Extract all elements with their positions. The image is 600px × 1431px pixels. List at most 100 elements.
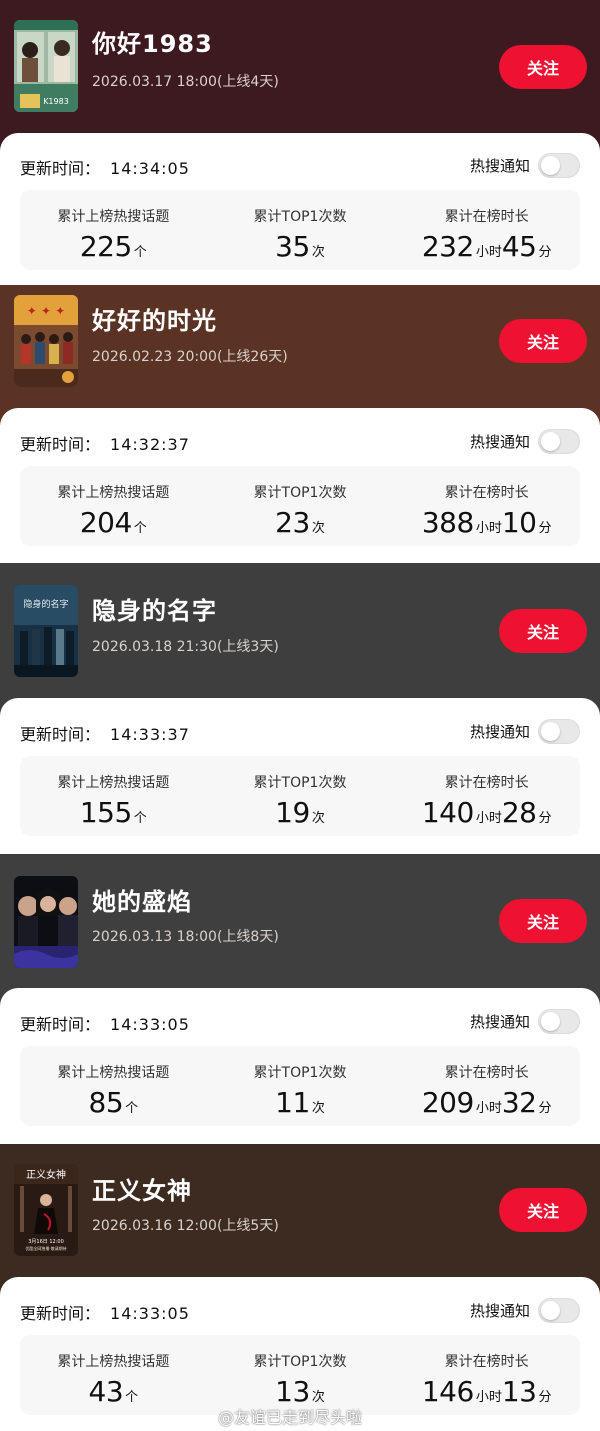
show-header-3: 隐身的名字 隐身的名字 2026.03.18 21:30(上线3天) 关注: [0, 563, 600, 715]
stat-duration-4: 累计在榜时长 209 小时32 分: [393, 1046, 580, 1126]
follow-button-2[interactable]: 关注: [499, 319, 587, 363]
poster-5-sub-text: 优酷全网独播 敬请期待: [25, 1245, 66, 1251]
stat-topics-3: 累计上榜热搜话题 155 个: [20, 756, 207, 836]
stat-top1-5: 累计TOP1次数 13 次: [207, 1335, 394, 1415]
hot-notify-toggle-2[interactable]: [538, 429, 580, 454]
stat-label-topics: 累计上榜热搜话题: [57, 1354, 170, 1370]
show-section-5: 正义女神 3月16日 12:00 优酷全网独播 敬请期待 正义女神 2026.0…: [0, 1144, 600, 1431]
show-title-5: 正义女神: [92, 1177, 192, 1205]
toggle-knob: [541, 431, 560, 451]
show-header-4: 她的盛焰 2026.03.13 18:00(上线8天) 关注: [0, 854, 600, 1006]
watermark-text: @友谊已走到尽头啦: [218, 1408, 363, 1427]
hot-notify-label: 热搜通知: [469, 1302, 530, 1320]
stat-label-duration: 累计在榜时长: [444, 485, 529, 501]
svg-text:隐身的名字: 隐身的名字: [23, 598, 68, 610]
stat-label-topics: 累计上榜热搜话题: [57, 209, 170, 225]
show-date-1: 2026.03.17 18:00(上线4天): [92, 74, 279, 90]
toggle-knob: [541, 1011, 560, 1031]
hot-notify-3: 热搜通知: [470, 719, 580, 744]
svg-text:✦ ✦ ✦: ✦ ✦ ✦: [27, 304, 66, 318]
update-time-label: 更新时间：: [20, 1015, 101, 1034]
show-title-3: 隐身的名字: [92, 597, 217, 625]
hot-notify-toggle-1[interactable]: [538, 153, 580, 178]
stat-label-topics: 累计上榜热搜话题: [57, 775, 170, 791]
update-time-label: 更新时间：: [20, 159, 101, 178]
stat-value-topics-4: 85 个: [88, 1086, 139, 1119]
stat-label-duration: 累计在榜时长: [444, 1065, 529, 1081]
stat-duration-3: 累计在榜时长 140 小时28 分: [393, 756, 580, 836]
stats-panel-3: 累计上榜热搜话题 155 个 累计TOP1次数 19 次 累计在榜时长 140 小时2…: [20, 756, 580, 836]
show-section-4: 她的盛焰 2026.03.13 18:00(上线8天) 关注 更新时间： 14:3…: [0, 854, 600, 1144]
stats-card-4: 更新时间： 14:33:05 热搜通知 累计上榜热搜话题 85 个 累计TOP1次数…: [0, 988, 600, 1144]
hot-notify-toggle-5[interactable]: [538, 1298, 580, 1323]
hot-notify-label: 热搜通知: [469, 723, 530, 741]
hot-notify-toggle-3[interactable]: [538, 719, 580, 744]
stat-value-duration-1: 232 小时45 分: [421, 230, 552, 263]
stat-value-duration-4: 209 小时32 分: [421, 1086, 552, 1119]
poster-image-1[interactable]: K1983: [14, 20, 78, 112]
toggle-knob: [541, 1300, 560, 1320]
stat-label-top1: 累计TOP1次数: [253, 1354, 347, 1370]
show-date-3: 2026.03.18 21:30(上线3天): [92, 639, 279, 655]
update-time-row-4: 更新时间： 14:33:05: [20, 1011, 190, 1035]
update-time-value-3: 14:33:37: [110, 725, 190, 744]
follow-button-5[interactable]: 关注: [499, 1188, 587, 1232]
stat-value-top1-3: 19 次: [275, 796, 325, 829]
show-date-4: 2026.03.13 18:00(上线8天): [92, 929, 279, 945]
stat-value-topics-1: 225 个: [79, 230, 147, 263]
stat-duration-5: 累计在榜时长 146 小时13 分: [393, 1335, 580, 1415]
update-time-value-1: 14:34:05: [110, 159, 190, 178]
follow-button-1[interactable]: 关注: [499, 45, 587, 89]
stat-value-topics-3: 155 个: [79, 796, 147, 829]
show-section-2: ✦ ✦ ✦ 好好的时光 2026.02.23 20:00(上线26天) 关注 更…: [0, 285, 600, 563]
update-time-label: 更新时间：: [20, 725, 101, 744]
stat-label-duration: 累计在榜时长: [444, 775, 529, 791]
stats-panel-4: 累计上榜热搜话题 85 个 累计TOP1次数 11 次 累计在榜时长 209 小时32…: [20, 1046, 580, 1126]
poster-5-title-text: 正义女神: [26, 1168, 66, 1181]
stat-label-top1: 累计TOP1次数: [253, 1065, 347, 1081]
hot-notify-toggle-4[interactable]: [538, 1009, 580, 1034]
hot-notify-label: 热搜通知: [469, 157, 530, 175]
stat-value-duration-5: 146 小时13 分: [421, 1375, 552, 1408]
show-title-4: 她的盛焰: [92, 888, 192, 916]
stat-top1-2: 累计TOP1次数 23 次: [207, 466, 394, 546]
stat-top1-3: 累计TOP1次数 19 次: [207, 756, 394, 836]
stats-panel-5: 累计上榜热搜话题 43 个 累计TOP1次数 13 次 累计在榜时长 146 小时13…: [20, 1335, 580, 1415]
stat-label-duration: 累计在榜时长: [444, 209, 529, 225]
toggle-knob: [541, 721, 560, 741]
stat-value-topics-5: 43 个: [88, 1375, 139, 1408]
stat-top1-4: 累计TOP1次数 11 次: [207, 1046, 394, 1126]
toggle-knob: [541, 155, 560, 175]
show-header-5: 正义女神 3月16日 12:00 优酷全网独播 敬请期待 正义女神 2026.0…: [0, 1144, 600, 1296]
show-header-2: ✦ ✦ ✦ 好好的时光 2026.02.23 20:00(上线26天) 关注: [0, 285, 600, 425]
update-time-label: 更新时间：: [20, 1304, 101, 1323]
hot-notify-label: 热搜通知: [469, 1013, 530, 1031]
poster-image-4[interactable]: [14, 876, 78, 968]
stat-label-topics: 累计上榜热搜话题: [57, 1065, 170, 1081]
stat-top1-1: 累计TOP1次数 35 次: [207, 190, 394, 270]
poster-image-3[interactable]: 隐身的名字: [14, 585, 78, 677]
show-header-1: K1983 你好1983 2026.03.17 18:00(上线4天) 关注: [0, 0, 600, 150]
hot-notify-1: 热搜通知: [470, 153, 580, 178]
poster-image-2[interactable]: ✦ ✦ ✦: [14, 295, 78, 387]
stat-duration-1: 累计在榜时长 232 小时45 分: [393, 190, 580, 270]
show-date-2: 2026.02.23 20:00(上线26天): [92, 349, 288, 365]
poster-text-1: K1983: [43, 97, 69, 106]
poster-5-date-text: 3月16日 12:00: [28, 1239, 64, 1245]
stat-topics-2: 累计上榜热搜话题 204 个: [20, 466, 207, 546]
update-time-row-1: 更新时间： 14:34:05: [20, 155, 190, 179]
update-time-value-5: 14:33:05: [110, 1304, 190, 1323]
hot-notify-label: 热搜通知: [469, 433, 530, 451]
stat-value-top1-4: 11 次: [275, 1086, 325, 1119]
poster-image-5[interactable]: 正义女神 3月16日 12:00 优酷全网独播 敬请期待: [14, 1164, 78, 1256]
stat-label-topics: 累计上榜热搜话题: [57, 485, 170, 501]
follow-button-4[interactable]: 关注: [499, 899, 587, 943]
stats-card-3: 更新时间： 14:33:37 热搜通知 累计上榜热搜话题 155 个 累计TOP1次…: [0, 698, 600, 854]
stats-card-2: 更新时间： 14:32:37 热搜通知 累计上榜热搜话题 204 个 累计TOP1次…: [0, 408, 600, 563]
follow-button-3[interactable]: 关注: [499, 609, 587, 653]
stat-topics-1: 累计上榜热搜话题 225 个: [20, 190, 207, 270]
stats-card-1: 更新时间： 14:34:05 热搜通知 累计上榜热搜话题 225 个 累计TOP1次…: [0, 133, 600, 285]
update-time-value-2: 14:32:37: [110, 435, 190, 454]
hot-notify-2: 热搜通知: [470, 429, 580, 454]
stat-topics-5: 累计上榜热搜话题 43 个: [20, 1335, 207, 1415]
